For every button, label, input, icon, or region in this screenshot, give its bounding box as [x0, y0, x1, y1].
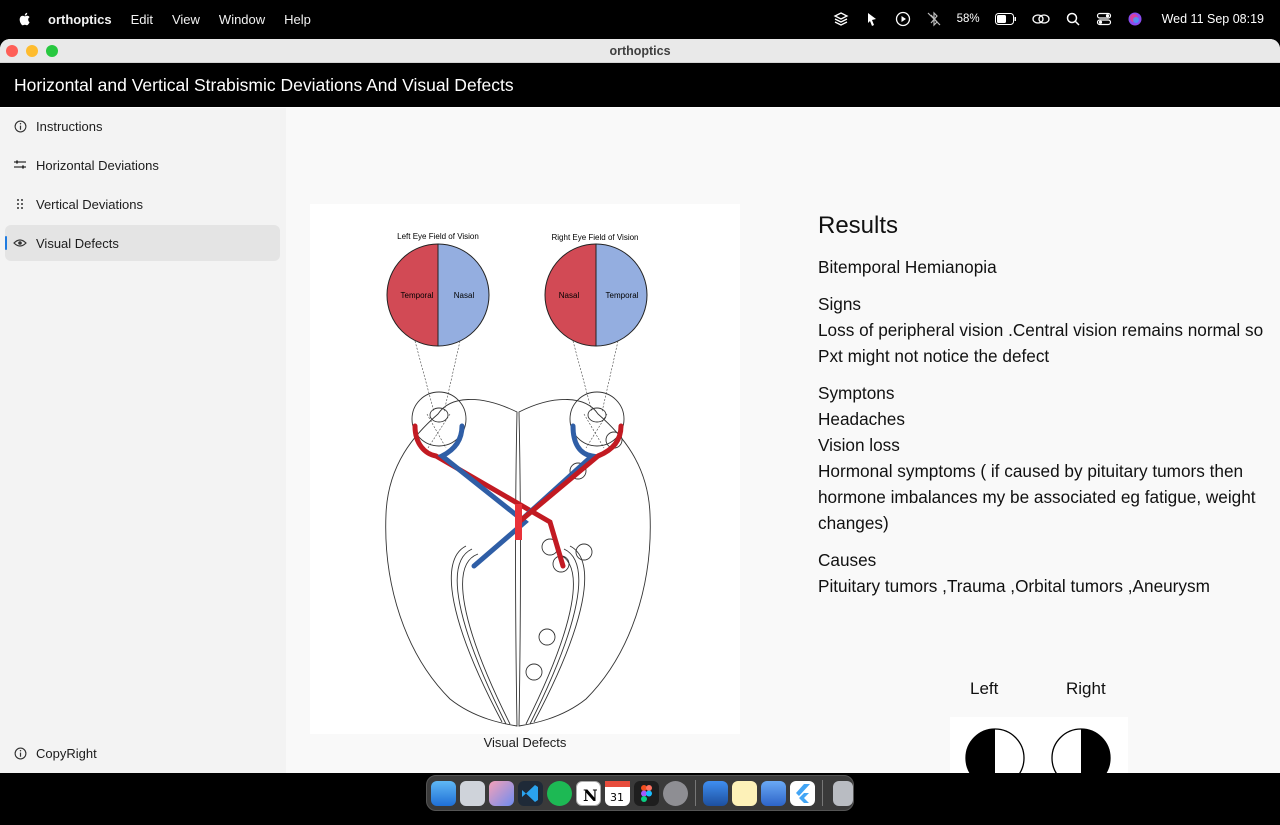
field-defect-icons: [950, 717, 1128, 773]
sidebar-item-instructions[interactable]: Instructions: [5, 108, 280, 144]
pointer-icon[interactable]: [864, 11, 880, 27]
window-title: orthoptics: [609, 44, 671, 58]
spotify-icon[interactable]: [547, 780, 572, 806]
trash-icon[interactable]: [833, 780, 853, 806]
right-eye-field: Nasal Temporal: [544, 243, 648, 347]
sliders-icon: [13, 158, 27, 172]
app-window: orthoptics Horizontal and Vertical Strab…: [0, 39, 1280, 773]
xcode-icon[interactable]: [703, 780, 728, 806]
vscode-icon[interactable]: [518, 780, 543, 806]
optic-pathways: [412, 423, 624, 569]
active-indicator: [5, 236, 7, 250]
results-heading: Results: [818, 212, 899, 239]
eye-icon: [13, 236, 27, 250]
left-field-title: Left Eye Field of Vision: [397, 232, 479, 241]
figure-caption: Visual Defects: [483, 735, 567, 750]
sidebar-item-label: Instructions: [36, 118, 103, 134]
play-circle-icon[interactable]: [895, 11, 911, 27]
left-field-label: Left: [970, 679, 999, 698]
battery-icon[interactable]: [994, 13, 1017, 25]
app-icon[interactable]: [489, 780, 514, 806]
right-temporal-label: Temporal: [606, 291, 639, 300]
symptom-item: Vision loss: [818, 435, 900, 455]
simulator-icon[interactable]: [761, 780, 786, 806]
sidebar-item-label: Vertical Deviations: [36, 196, 143, 212]
apple-icon[interactable]: [17, 11, 33, 27]
control-center-icon[interactable]: [1096, 11, 1112, 27]
symptom-item: Hormonal symptoms ( if caused by pituita…: [818, 461, 1256, 533]
siri-icon[interactable]: [1127, 11, 1143, 27]
menu-window[interactable]: Window: [219, 12, 265, 27]
symptoms-title: Symptons: [818, 383, 895, 403]
causes-text: Pituitary tumors ,Trauma ,Orbital tumors…: [818, 576, 1210, 596]
left-temporal-label: Temporal: [401, 291, 434, 300]
left-field-defect-icon: [965, 728, 1025, 773]
results-panel: Results Bitemporal Hemianopia Signs Loss…: [818, 212, 1268, 610]
svg-text:31: 31: [610, 791, 624, 804]
causes-title: Causes: [818, 550, 877, 570]
dock: N 31: [426, 775, 854, 811]
sidebar-item-label: CopyRight: [36, 745, 97, 761]
right-field-title: Right Eye Field of Vision: [551, 233, 638, 242]
settings-icon[interactable]: [663, 780, 688, 806]
menu-view[interactable]: View: [172, 12, 200, 27]
sidebar-item-label: Visual Defects: [36, 235, 119, 251]
close-button[interactable]: [6, 45, 18, 57]
sidebar-item-label: Horizontal Deviations: [36, 157, 159, 173]
search-icon[interactable]: [1065, 11, 1081, 27]
right-field-label: Right: [1066, 679, 1106, 698]
visual-pathway-diagram: Left Eye Field of Vision Right Eye Field…: [310, 204, 740, 734]
menu-app-name[interactable]: orthoptics: [48, 12, 112, 27]
battery-percent: 58%: [956, 13, 980, 25]
bluetooth-off-icon[interactable]: [926, 11, 942, 27]
title-bar: orthoptics: [0, 39, 1280, 63]
svg-text:N: N: [583, 786, 598, 805]
link-icon[interactable]: [1031, 11, 1050, 27]
sidebar-item-horizontal-deviations[interactable]: Horizontal Deviations: [5, 147, 280, 183]
app-header: Horizontal and Vertical Strabismic Devia…: [0, 63, 1280, 107]
menu-bar: orthoptics Edit View Window Help 58% Wed…: [0, 0, 1280, 38]
symptom-item: Headaches: [818, 409, 905, 429]
notes-icon[interactable]: [732, 780, 757, 806]
dock-separator: [695, 780, 696, 806]
clock[interactable]: Wed 11 Sep 08:19: [1162, 12, 1264, 26]
launchpad-icon[interactable]: [460, 780, 485, 806]
calendar-icon[interactable]: 31: [605, 780, 630, 806]
brain-outline: [385, 391, 651, 727]
sidebar-item-vertical-deviations[interactable]: Vertical Deviations: [5, 186, 280, 222]
notion-icon[interactable]: N: [576, 780, 601, 806]
minimize-button[interactable]: [26, 45, 38, 57]
left-eye-field: Temporal Nasal: [386, 243, 490, 347]
signs-text: Loss of peripheral vision .Central visio…: [818, 320, 1264, 366]
left-nasal-label: Nasal: [454, 291, 475, 300]
info-icon: [13, 119, 27, 133]
finder-icon[interactable]: [431, 780, 456, 806]
signs-title: Signs: [818, 294, 861, 314]
menu-edit[interactable]: Edit: [131, 12, 153, 27]
main-content: Left Eye Field of Vision Right Eye Field…: [286, 108, 1280, 773]
dock-separator: [822, 780, 823, 806]
sidebar: Instructions Horizontal Deviations Verti…: [0, 108, 286, 773]
diagnosis: Bitemporal Hemianopia: [818, 257, 997, 277]
grip-icon: [13, 197, 27, 211]
info-icon: [13, 746, 27, 760]
sidebar-item-visual-defects[interactable]: Visual Defects: [5, 225, 280, 261]
sidebar-item-copyright[interactable]: CopyRight: [5, 735, 280, 771]
layers-icon[interactable]: [833, 11, 849, 27]
menu-help[interactable]: Help: [284, 12, 311, 27]
zoom-button[interactable]: [46, 45, 58, 57]
figma-icon[interactable]: [634, 780, 659, 806]
right-field-defect-icon: [1051, 728, 1111, 773]
page-title: Horizontal and Vertical Strabismic Devia…: [14, 74, 514, 95]
flutter-icon[interactable]: [790, 780, 815, 806]
right-nasal-label: Nasal: [559, 291, 580, 300]
